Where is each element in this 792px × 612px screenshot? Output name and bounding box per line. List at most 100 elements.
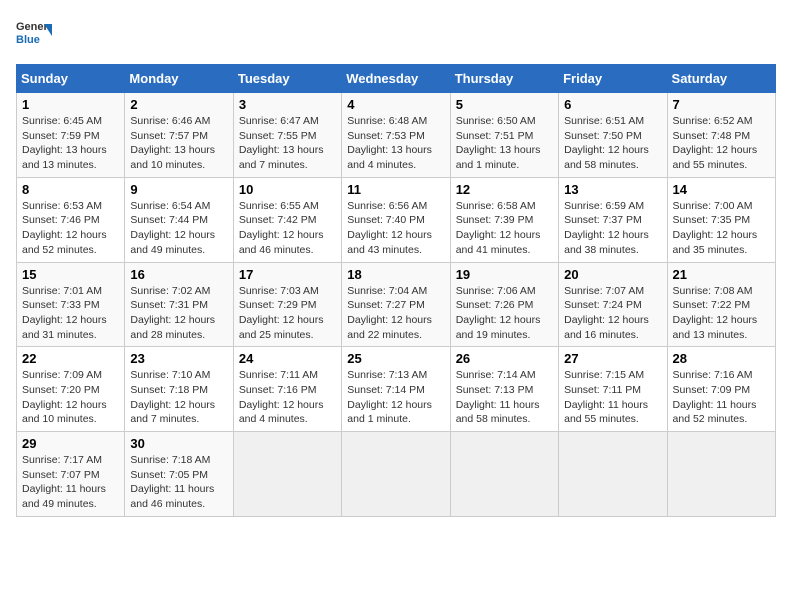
calendar-cell [342,432,450,517]
day-info: Sunrise: 7:15 AMSunset: 7:11 PMDaylight:… [564,368,661,427]
day-number: 13 [564,182,661,197]
day-number: 6 [564,97,661,112]
day-info: Sunrise: 6:51 AMSunset: 7:50 PMDaylight:… [564,114,661,173]
calendar-cell [450,432,558,517]
day-info: Sunrise: 7:17 AMSunset: 7:07 PMDaylight:… [22,453,119,512]
day-info: Sunrise: 7:14 AMSunset: 7:13 PMDaylight:… [456,368,553,427]
day-number: 2 [130,97,227,112]
day-number: 3 [239,97,336,112]
day-number: 1 [22,97,119,112]
day-info: Sunrise: 7:03 AMSunset: 7:29 PMDaylight:… [239,284,336,343]
calendar-cell: 6 Sunrise: 6:51 AMSunset: 7:50 PMDaylight… [559,93,667,178]
day-info: Sunrise: 6:50 AMSunset: 7:51 PMDaylight:… [456,114,553,173]
day-number: 26 [456,351,553,366]
day-number: 5 [456,97,553,112]
day-info: Sunrise: 7:18 AMSunset: 7:05 PMDaylight:… [130,453,227,512]
day-info: Sunrise: 6:59 AMSunset: 7:37 PMDaylight:… [564,199,661,258]
calendar-cell: 30 Sunrise: 7:18 AMSunset: 7:05 PMDayligh… [125,432,233,517]
day-info: Sunrise: 7:06 AMSunset: 7:26 PMDaylight:… [456,284,553,343]
calendar-cell [233,432,341,517]
day-info: Sunrise: 7:08 AMSunset: 7:22 PMDaylight:… [673,284,770,343]
calendar-cell [667,432,775,517]
day-number: 27 [564,351,661,366]
day-number: 14 [673,182,770,197]
day-info: Sunrise: 7:00 AMSunset: 7:35 PMDaylight:… [673,199,770,258]
day-number: 12 [456,182,553,197]
calendar-cell: 1 Sunrise: 6:45 AMSunset: 7:59 PMDaylight… [17,93,125,178]
day-number: 20 [564,267,661,282]
calendar-cell [559,432,667,517]
day-number: 28 [673,351,770,366]
day-number: 17 [239,267,336,282]
calendar-cell: 19 Sunrise: 7:06 AMSunset: 7:26 PMDayligh… [450,262,558,347]
calendar-cell: 18Sunrise: 7:04 AMSunset: 7:27 PMDayligh… [342,262,450,347]
calendar-cell: 17 Sunrise: 7:03 AMSunset: 7:29 PMDayligh… [233,262,341,347]
calendar-cell: 7 Sunrise: 6:52 AMSunset: 7:48 PMDaylight… [667,93,775,178]
day-info: Sunrise: 6:54 AMSunset: 7:44 PMDaylight:… [130,199,227,258]
calendar-cell: 4 Sunrise: 6:48 AMSunset: 7:53 PMDaylight… [342,93,450,178]
day-number: 29 [22,436,119,451]
day-info: Sunrise: 7:16 AMSunset: 7:09 PMDaylight:… [673,368,770,427]
day-info: Sunrise: 6:55 AMSunset: 7:42 PMDaylight:… [239,199,336,258]
calendar-cell: 23 Sunrise: 7:10 AMSunset: 7:18 PMDayligh… [125,347,233,432]
day-info: Sunrise: 6:53 AMSunset: 7:46 PMDaylight:… [22,199,119,258]
calendar-week-2: 8 Sunrise: 6:53 AMSunset: 7:46 PMDaylight… [17,177,776,262]
day-number: 18 [347,267,444,282]
logo: General Blue [16,16,52,52]
day-info: Sunrise: 6:56 AMSunset: 7:40 PMDaylight:… [347,199,444,258]
calendar-cell: 12Sunrise: 6:58 AMSunset: 7:39 PMDayligh… [450,177,558,262]
day-number: 7 [673,97,770,112]
calendar-cell: 16Sunrise: 7:02 AMSunset: 7:31 PMDayligh… [125,262,233,347]
day-number: 10 [239,182,336,197]
calendar-cell: 25Sunrise: 7:13 AMSunset: 7:14 PMDayligh… [342,347,450,432]
day-number: 8 [22,182,119,197]
calendar-week-1: 1 Sunrise: 6:45 AMSunset: 7:59 PMDaylight… [17,93,776,178]
calendar-cell: 20 Sunrise: 7:07 AMSunset: 7:24 PMDayligh… [559,262,667,347]
calendar-week-3: 15Sunrise: 7:01 AMSunset: 7:33 PMDayligh… [17,262,776,347]
calendar-cell: 8 Sunrise: 6:53 AMSunset: 7:46 PMDaylight… [17,177,125,262]
day-info: Sunrise: 7:02 AMSunset: 7:31 PMDaylight:… [130,284,227,343]
calendar-cell: 14 Sunrise: 7:00 AMSunset: 7:35 PMDayligh… [667,177,775,262]
calendar-cell: 5 Sunrise: 6:50 AMSunset: 7:51 PMDaylight… [450,93,558,178]
day-info: Sunrise: 7:11 AMSunset: 7:16 PMDaylight:… [239,368,336,427]
day-number: 30 [130,436,227,451]
page-header: General Blue [16,16,776,52]
calendar-week-4: 22 Sunrise: 7:09 AMSunset: 7:20 PMDayligh… [17,347,776,432]
col-header-sunday: Sunday [17,65,125,93]
day-number: 4 [347,97,444,112]
day-number: 9 [130,182,227,197]
day-info: Sunrise: 6:47 AMSunset: 7:55 PMDaylight:… [239,114,336,173]
day-info: Sunrise: 7:13 AMSunset: 7:14 PMDaylight:… [347,368,444,427]
day-info: Sunrise: 7:09 AMSunset: 7:20 PMDaylight:… [22,368,119,427]
calendar-cell: 22 Sunrise: 7:09 AMSunset: 7:20 PMDayligh… [17,347,125,432]
calendar-body: 1 Sunrise: 6:45 AMSunset: 7:59 PMDaylight… [17,93,776,517]
col-header-thursday: Thursday [450,65,558,93]
day-number: 11 [347,182,444,197]
calendar-cell: 10 Sunrise: 6:55 AMSunset: 7:42 PMDayligh… [233,177,341,262]
day-number: 22 [22,351,119,366]
calendar-cell: 26 Sunrise: 7:14 AMSunset: 7:13 PMDayligh… [450,347,558,432]
calendar-cell: 9 Sunrise: 6:54 AMSunset: 7:44 PMDaylight… [125,177,233,262]
logo-icon: General Blue [16,16,52,52]
calendar-cell: 21 Sunrise: 7:08 AMSunset: 7:22 PMDayligh… [667,262,775,347]
calendar-cell: 24Sunrise: 7:11 AMSunset: 7:16 PMDayligh… [233,347,341,432]
day-info: Sunrise: 7:07 AMSunset: 7:24 PMDaylight:… [564,284,661,343]
day-info: Sunrise: 6:45 AMSunset: 7:59 PMDaylight:… [22,114,119,173]
svg-text:Blue: Blue [16,34,40,46]
day-number: 23 [130,351,227,366]
calendar-table: SundayMondayTuesdayWednesdayThursdayFrid… [16,64,776,517]
calendar-cell: 28 Sunrise: 7:16 AMSunset: 7:09 PMDayligh… [667,347,775,432]
day-info: Sunrise: 6:48 AMSunset: 7:53 PMDaylight:… [347,114,444,173]
col-header-friday: Friday [559,65,667,93]
day-info: Sunrise: 6:52 AMSunset: 7:48 PMDaylight:… [673,114,770,173]
calendar-cell: 2Sunrise: 6:46 AMSunset: 7:57 PMDaylight… [125,93,233,178]
col-header-monday: Monday [125,65,233,93]
day-number: 15 [22,267,119,282]
calendar-header-row: SundayMondayTuesdayWednesdayThursdayFrid… [17,65,776,93]
day-info: Sunrise: 7:10 AMSunset: 7:18 PMDaylight:… [130,368,227,427]
calendar-cell: 11 Sunrise: 6:56 AMSunset: 7:40 PMDayligh… [342,177,450,262]
day-number: 19 [456,267,553,282]
calendar-cell: 27 Sunrise: 7:15 AMSunset: 7:11 PMDayligh… [559,347,667,432]
calendar-week-5: 29 Sunrise: 7:17 AMSunset: 7:07 PMDayligh… [17,432,776,517]
day-number: 21 [673,267,770,282]
